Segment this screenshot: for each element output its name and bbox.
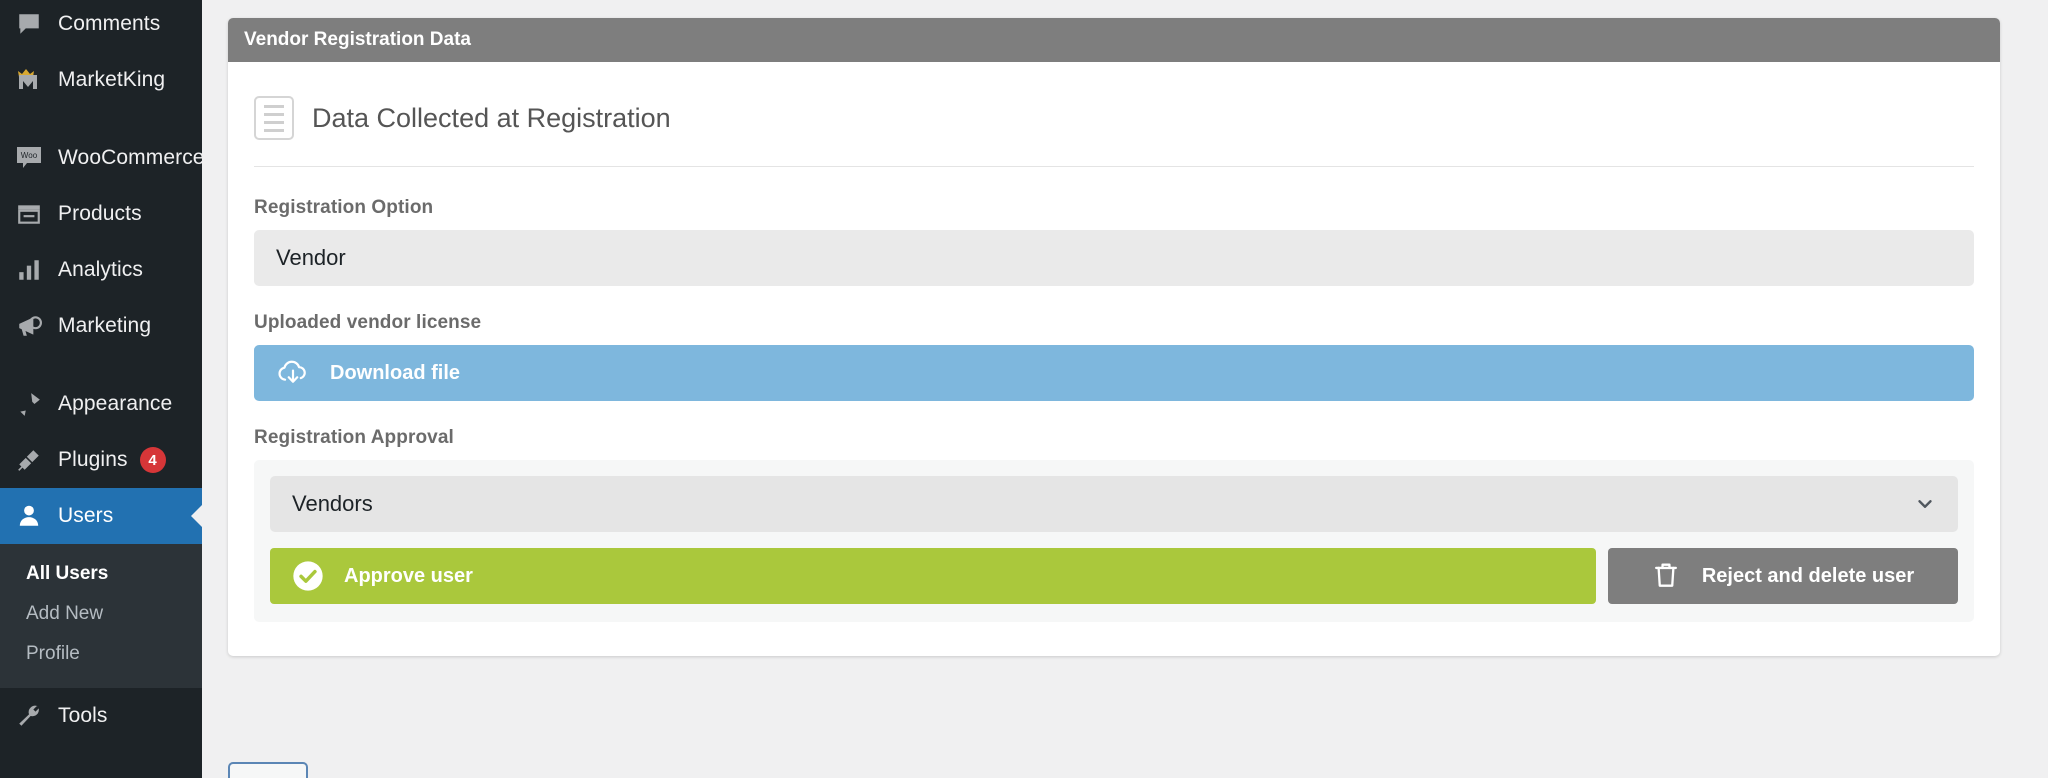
sidebar-item-label: Comments (58, 12, 161, 35)
sidebar-item-label: MarketKing (58, 68, 166, 91)
sidebar-item-tools[interactable]: Tools (0, 688, 202, 744)
sidebar-item-label: Tools (58, 704, 108, 727)
sidebar-item-marketking[interactable]: MarketKing (0, 52, 202, 108)
sidebar-item-label: Appearance (58, 392, 173, 415)
sidebar-item-products[interactable]: Products (0, 186, 202, 242)
trash-icon (1652, 561, 1680, 591)
sidebar-item-plugins[interactable]: Plugins 4 (0, 432, 202, 488)
approve-user-button[interactable]: Approve user (270, 548, 1596, 604)
section-title-label: Data Collected at Registration (312, 102, 671, 133)
users-icon (12, 502, 46, 530)
sidebar-item-comments[interactable]: Comments (0, 0, 202, 52)
svg-text:Woo: Woo (21, 151, 38, 160)
vendor-registration-data-postbox: Vendor Registration Data Data Collected … (228, 18, 2000, 656)
download-file-label: Download file (330, 361, 460, 384)
sidebar-item-label: Products (58, 202, 142, 225)
download-file-button[interactable]: Download file (254, 345, 1974, 401)
approval-action-row: Approve user Reject and delete user (270, 548, 1958, 604)
marketking-icon (12, 66, 46, 94)
registration-approval-panel: Vendors Approve user Reject and delete u… (254, 460, 1974, 622)
registration-option-field: Registration Option Vendor (254, 197, 1974, 286)
submenu-item-add-new[interactable]: Add New (0, 594, 202, 634)
registration-option-value: Vendor (254, 230, 1974, 286)
sidebar-item-appearance[interactable]: Appearance (0, 376, 202, 432)
products-icon (12, 200, 46, 228)
marketing-icon (12, 312, 46, 340)
sidebar-item-woocommerce[interactable]: Woo WooCommerce (0, 130, 202, 186)
check-circle-icon (292, 560, 324, 592)
chevron-down-icon (1914, 493, 1936, 515)
analytics-icon (12, 256, 46, 284)
cloud-download-icon (276, 358, 310, 388)
woocommerce-icon: Woo (12, 144, 46, 172)
uploaded-license-label: Uploaded vendor license (254, 312, 482, 333)
sidebar-item-label: Analytics (58, 258, 143, 281)
appearance-icon (12, 390, 46, 418)
reject-and-delete-user-label: Reject and delete user (1701, 564, 1915, 587)
plugins-icon (12, 446, 46, 474)
registration-approval-field: Registration Approval Vendors Approve us… (254, 427, 1974, 622)
postbox-body: Data Collected at Registration Registrat… (228, 62, 2000, 656)
submenu-item-all-users[interactable]: All Users (0, 554, 202, 594)
registration-approval-select-value: Vendors (292, 491, 373, 516)
document-icon (254, 96, 294, 140)
comments-icon (12, 10, 46, 38)
sidebar-item-label: Users (58, 504, 114, 527)
sidebar-item-label: Marketing (58, 314, 152, 337)
registration-option-label: Registration Option (254, 197, 434, 218)
users-submenu: All Users Add New Profile (0, 544, 202, 688)
admin-sidebar: Pages Comments MarketKing (0, 0, 202, 778)
submenu-item-profile[interactable]: Profile (0, 634, 202, 674)
reject-and-delete-user-button[interactable]: Reject and delete user (1608, 548, 1958, 604)
section-heading: Data Collected at Registration (254, 88, 1974, 167)
registration-approval-select[interactable]: Vendors (270, 476, 1958, 532)
sidebar-item-users[interactable]: Users (0, 488, 202, 544)
main-content: Vendor Registration Data Data Collected … (202, 0, 2048, 778)
postbox-title: Vendor Registration Data (244, 29, 471, 50)
bottom-partial-button[interactable] (228, 762, 308, 778)
sidebar-item-label: WooCommerce (58, 146, 202, 169)
postbox-title-bar: Vendor Registration Data (228, 18, 2000, 62)
plugins-update-badge: 4 (139, 447, 166, 473)
sidebar-item-label: Plugins (58, 448, 128, 471)
tools-icon (12, 702, 46, 730)
uploaded-license-field: Uploaded vendor license Download file (254, 312, 1974, 401)
registration-approval-label: Registration Approval (254, 427, 454, 448)
sidebar-item-marketing[interactable]: Marketing (0, 298, 202, 354)
sidebar-item-analytics[interactable]: Analytics (0, 242, 202, 298)
approve-user-label: Approve user (344, 564, 473, 587)
admin-screen: Pages Comments MarketKing (0, 0, 2048, 778)
